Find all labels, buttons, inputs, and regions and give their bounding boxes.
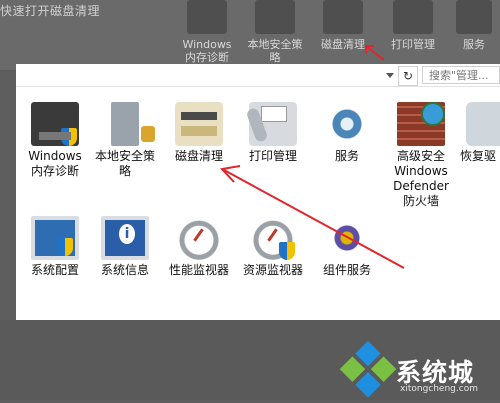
- watermark-url: xitongcheng.com: [400, 384, 478, 394]
- red-arrow-top: [365, 45, 385, 61]
- red-arrow-main: [220, 165, 405, 269]
